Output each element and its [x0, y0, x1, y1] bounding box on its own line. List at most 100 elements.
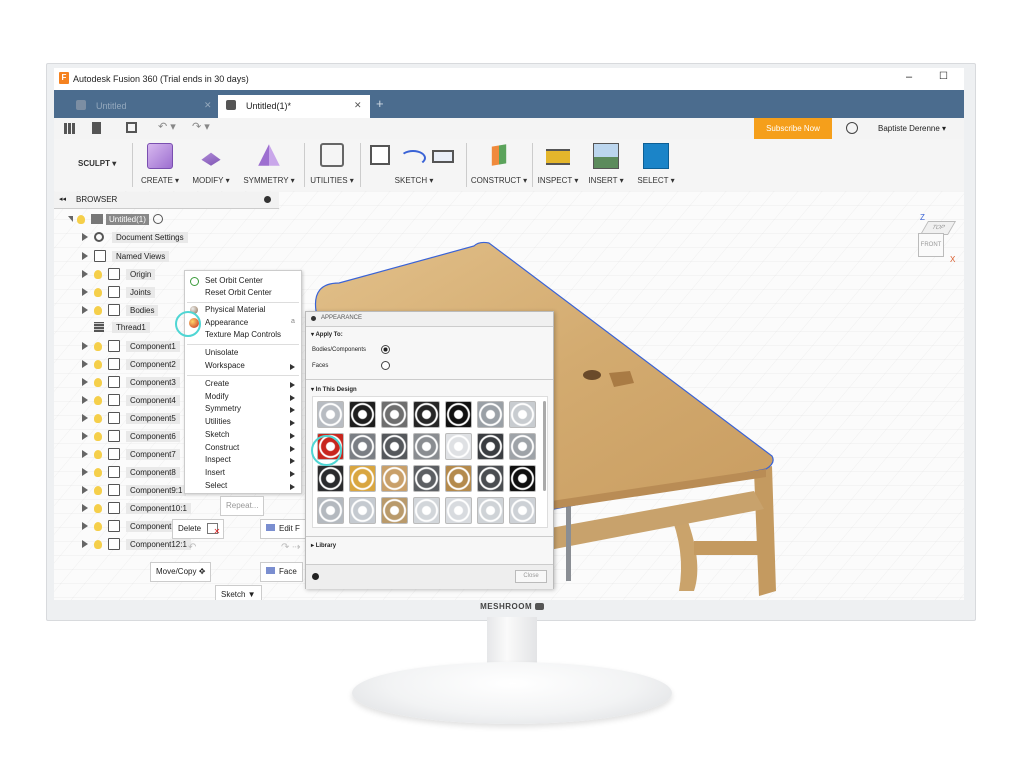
browser-root[interactable]: Untitled(1): [68, 213, 163, 230]
inspect-menu[interactable]: INSPECT ▾: [536, 143, 580, 187]
appearance-swatch[interactable]: [509, 465, 536, 492]
undo-icon[interactable]: ↶ ▾: [158, 120, 176, 133]
tab-untitled-1[interactable]: Untitled(1)* ✕: [218, 95, 370, 118]
appearance-swatch[interactable]: [477, 401, 504, 428]
sketch-dropdown-button[interactable]: Sketch ▼: [215, 585, 262, 600]
browser-item-bodies[interactable]: Bodies: [82, 304, 159, 320]
expand-arrow-icon[interactable]: [82, 468, 88, 476]
appearance-swatch[interactable]: [381, 465, 408, 492]
appearance-swatch[interactable]: [413, 433, 440, 460]
browser-item-joints[interactable]: Joints: [82, 286, 155, 302]
appearance-swatch[interactable]: [445, 433, 472, 460]
menu-workspace[interactable]: Workspace: [205, 361, 245, 373]
expand-arrow-icon[interactable]: [82, 270, 88, 278]
browser-component-row[interactable]: Component6: [82, 430, 180, 446]
bodies-components-radio[interactable]: [381, 345, 390, 354]
lightbulb-icon[interactable]: [94, 341, 102, 351]
lightbulb-icon[interactable]: [94, 431, 102, 441]
appearance-swatch[interactable]: [317, 465, 344, 492]
appearance-swatch[interactable]: [445, 497, 472, 524]
expand-arrow-icon[interactable]: [82, 396, 88, 404]
expand-arrow-icon[interactable]: [82, 252, 88, 260]
menu-utilities[interactable]: Utilities: [205, 417, 231, 429]
appearance-swatch[interactable]: [413, 465, 440, 492]
menu-sketch[interactable]: Sketch: [205, 430, 229, 442]
menu-modify[interactable]: Modify: [205, 392, 229, 404]
close-icon[interactable]: ✕: [354, 100, 362, 111]
lightbulb-icon[interactable]: [77, 214, 85, 224]
info-icon[interactable]: [312, 573, 319, 580]
expand-arrow-icon[interactable]: [82, 378, 88, 386]
lightbulb-icon[interactable]: [94, 269, 102, 279]
lightbulb-icon[interactable]: [94, 377, 102, 387]
appearance-swatch[interactable]: [349, 465, 376, 492]
browser-component-row[interactable]: Component5: [82, 412, 180, 428]
expand-arrow-icon[interactable]: [82, 342, 88, 350]
menu-physical-material[interactable]: Physical Material: [205, 305, 265, 317]
menu-inspect[interactable]: Inspect: [205, 455, 231, 467]
tab-untitled[interactable]: Untitled ✕: [68, 95, 218, 118]
appearance-swatch[interactable]: [509, 433, 536, 460]
close-icon[interactable]: ✕: [204, 100, 212, 111]
file-icon[interactable]: [92, 122, 101, 134]
expand-arrow-icon[interactable]: [82, 233, 88, 241]
browser-component-row[interactable]: Component4: [82, 394, 180, 410]
appearance-swatch[interactable]: [477, 433, 504, 460]
expand-arrow-icon[interactable]: [82, 360, 88, 368]
menu-symmetry[interactable]: Symmetry: [205, 404, 241, 416]
workspace-switcher[interactable]: SCULPT ▾: [78, 159, 116, 168]
appearance-swatch[interactable]: [317, 401, 344, 428]
lightbulb-icon[interactable]: [94, 395, 102, 405]
insert-menu[interactable]: INSERT ▾: [584, 143, 628, 187]
save-icon[interactable]: [126, 122, 137, 133]
browser-item-named-views[interactable]: Named Views: [82, 250, 170, 266]
browser-component-row[interactable]: Component9:1: [82, 484, 187, 500]
appearance-swatch[interactable]: [317, 497, 344, 524]
menu-unisolate[interactable]: Unisolate: [205, 348, 238, 360]
lightbulb-icon[interactable]: [94, 539, 102, 549]
browser-header[interactable]: ◂◂ BROWSER: [54, 192, 279, 209]
radio-icon[interactable]: [152, 214, 163, 224]
lightbulb-icon[interactable]: [94, 413, 102, 423]
appearance-swatch[interactable]: [477, 497, 504, 524]
lightbulb-icon[interactable]: [94, 467, 102, 477]
faces-radio[interactable]: [381, 361, 390, 370]
viewcube[interactable]: TOP FRONT Z X: [916, 213, 957, 264]
browser-component-row[interactable]: Component2: [82, 358, 180, 374]
appearance-swatch[interactable]: [509, 497, 536, 524]
redo-icon[interactable]: ↷ ▾: [192, 120, 210, 133]
viewcube-front-face[interactable]: FRONT: [918, 233, 944, 257]
appearance-swatch[interactable]: [445, 465, 472, 492]
sketch-menu[interactable]: SKETCH ▾: [364, 143, 464, 187]
in-this-design-section[interactable]: ▾ In This Design: [311, 386, 357, 393]
expand-arrow-icon[interactable]: [82, 306, 88, 314]
browser-component-row[interactable]: Component7: [82, 448, 180, 464]
menu-construct[interactable]: Construct: [205, 443, 239, 455]
lightbulb-icon[interactable]: [94, 449, 102, 459]
symmetry-menu[interactable]: SYMMETRY ▾: [240, 143, 298, 187]
move-copy-button[interactable]: Move/Copy ✥: [150, 562, 212, 582]
expand-arrow-icon[interactable]: [82, 522, 88, 530]
menu-create[interactable]: Create: [205, 379, 229, 391]
edit-form-button[interactable]: Edit F: [260, 519, 306, 539]
browser-item-document-settings[interactable]: Document Settings: [82, 231, 188, 248]
appearance-swatch[interactable]: [349, 433, 376, 460]
modify-menu[interactable]: MODIFY ▾: [188, 143, 234, 187]
lightbulb-icon[interactable]: [94, 521, 102, 531]
clock-icon[interactable]: [846, 122, 858, 134]
minimize-button[interactable]: –: [906, 71, 912, 83]
appearance-swatch[interactable]: [413, 401, 440, 428]
menu-texture-map-controls[interactable]: Texture Map Controls: [205, 330, 281, 342]
lightbulb-icon[interactable]: [94, 485, 102, 495]
appearance-swatch[interactable]: [349, 497, 376, 524]
appearance-swatch[interactable]: [509, 401, 536, 428]
user-menu[interactable]: Baptiste Derenne ▾: [878, 124, 946, 133]
menu-select[interactable]: Select: [205, 481, 227, 493]
maximize-button[interactable]: ☐: [939, 71, 948, 82]
pin-icon[interactable]: [264, 196, 271, 203]
expand-arrow-icon[interactable]: [82, 450, 88, 458]
subscribe-now-button[interactable]: Subscribe Now: [754, 118, 832, 139]
lightbulb-icon[interactable]: [94, 287, 102, 297]
lightbulb-icon[interactable]: [94, 359, 102, 369]
repeat-button[interactable]: Repeat...: [220, 496, 265, 516]
